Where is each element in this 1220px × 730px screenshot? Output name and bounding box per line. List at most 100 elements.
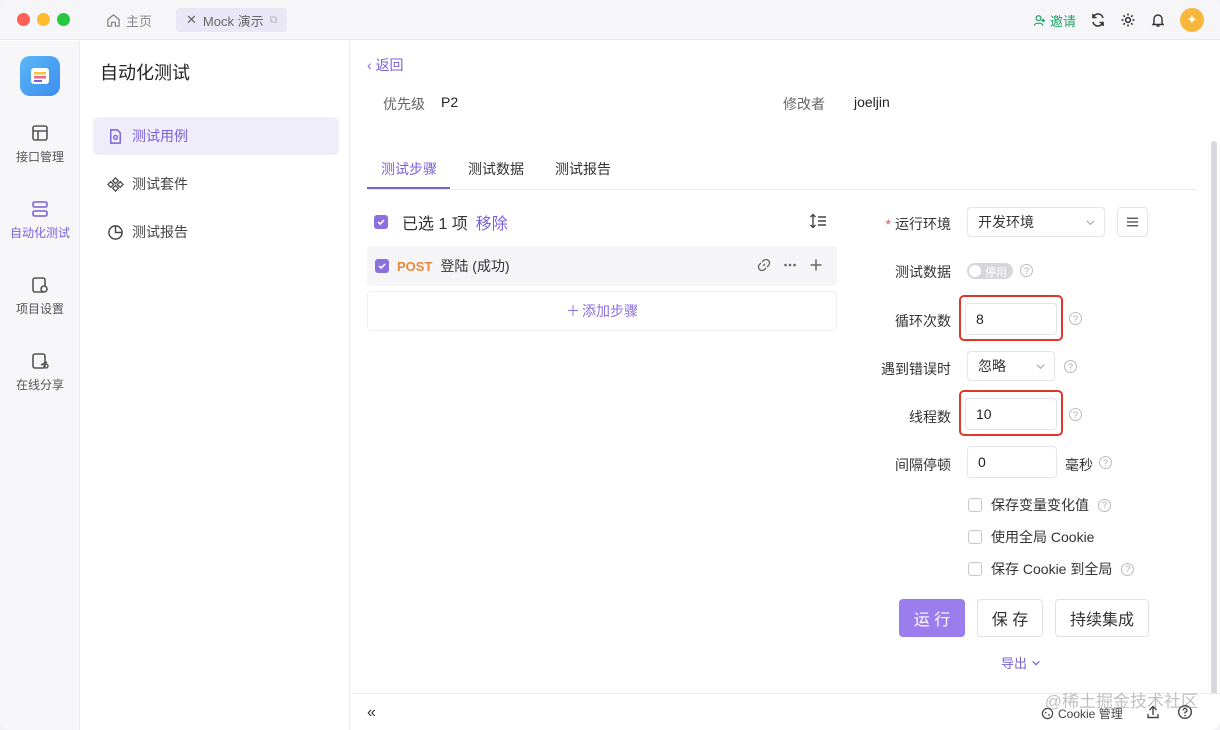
- save-variable-checkbox[interactable]: [968, 498, 982, 512]
- interval-input[interactable]: 0: [967, 446, 1057, 478]
- rail-item-label: 在线分享: [15, 378, 64, 392]
- global-cookie-label: 使用全局 Cookie: [991, 529, 1095, 545]
- save-cookie-label: 保存 Cookie 到全局: [991, 561, 1113, 577]
- threads-label: 线程数: [909, 409, 951, 425]
- project-settings-icon: [32, 277, 48, 293]
- save-variable-option[interactable]: 保存变量变化值 ?: [968, 495, 1111, 515]
- app-window: 主页 ✕ Mock 演示 ⧉ 邀请 ✦ 接口管理 自动化测试 项目设置 在线分享…: [0, 0, 1220, 730]
- rail-item-project-settings[interactable]: 项目设置: [0, 275, 80, 335]
- tab-test-report[interactable]: 测试报告: [555, 159, 611, 179]
- plus-icon: ＋: [566, 303, 580, 319]
- ci-button[interactable]: 持续集成: [1055, 599, 1149, 637]
- rail-item-automation[interactable]: 自动化测试: [0, 199, 80, 259]
- test-data-label: 测试数据: [895, 264, 951, 280]
- subnav-item-label: 测试用例: [132, 128, 188, 144]
- copy-icon[interactable]: ⧉: [270, 14, 278, 27]
- tab-mock-demo[interactable]: ✕ Mock 演示 ⧉: [176, 8, 288, 32]
- rail-item-api-management[interactable]: 接口管理: [0, 123, 80, 183]
- rail-item-label: 自动化测试: [9, 226, 70, 240]
- on-error-select[interactable]: 忽略: [967, 351, 1055, 381]
- tab-bar: 测试步骤 测试数据 测试报告: [367, 149, 1197, 190]
- close-tab-icon[interactable]: ✕: [186, 12, 197, 28]
- plus-icon[interactable]: [809, 258, 823, 272]
- loop-label: 循环次数: [895, 313, 951, 329]
- subnav-item-test-suites[interactable]: 测试套件: [93, 165, 339, 203]
- selection-count: 已选 1 项: [402, 216, 468, 233]
- bell-icon[interactable]: [1150, 12, 1166, 28]
- add-user-icon: [1033, 14, 1046, 26]
- env-select[interactable]: 开发环境: [967, 207, 1105, 237]
- interval-value: 0: [978, 454, 986, 470]
- step-name: 登陆 (成功): [440, 258, 510, 274]
- env-label: * 运行环境: [885, 216, 951, 232]
- api-management-icon: [32, 125, 48, 141]
- remove-button[interactable]: 移除: [476, 210, 508, 234]
- sync-icon[interactable]: [1090, 12, 1106, 28]
- subnav-item-label: 测试报告: [132, 224, 188, 240]
- global-cookie-checkbox[interactable]: [968, 530, 982, 544]
- help-icon[interactable]: ?: [1098, 498, 1111, 512]
- save-button[interactable]: 保 存: [977, 599, 1043, 637]
- tab-mock-label: Mock 演示: [202, 13, 264, 29]
- add-step-button[interactable]: ＋ 添加步骤: [367, 291, 837, 331]
- app-logo: [20, 56, 60, 96]
- run-button[interactable]: 运 行: [899, 599, 965, 637]
- export-dropdown[interactable]: 导出: [1001, 653, 1041, 672]
- toggle-knob: [969, 265, 981, 277]
- link-icon[interactable]: [757, 258, 771, 272]
- help-icon[interactable]: ?: [1064, 360, 1077, 373]
- chevron-down-icon: [1036, 364, 1045, 370]
- test-data-toggle[interactable]: 停用: [967, 263, 1013, 279]
- help-icon[interactable]: ?: [1121, 562, 1135, 576]
- main-content: ‹ 返回 优先级 P2 修改者 joeljin 测试步骤 测试数据 测试报告 已…: [351, 41, 1220, 730]
- more-icon[interactable]: [783, 258, 797, 272]
- rail-item-online-share[interactable]: 在线分享: [0, 351, 80, 411]
- avatar[interactable]: ✦: [1180, 8, 1204, 32]
- invite-label: 邀请: [1049, 13, 1076, 29]
- gear-icon[interactable]: [1120, 12, 1136, 28]
- help-icon[interactable]: ?: [1069, 408, 1082, 421]
- tab-home-label: 主页: [126, 13, 153, 29]
- share-icon: [32, 353, 49, 369]
- priority-label: 优先级: [383, 96, 425, 112]
- save-cookie-checkbox[interactable]: [968, 562, 982, 576]
- env-menu-button[interactable]: [1117, 207, 1148, 237]
- threads-highlight-box: [959, 390, 1063, 436]
- menu-icon: [1126, 217, 1139, 227]
- chevron-down-icon: [1031, 660, 1040, 666]
- select-all-checkbox[interactable]: [374, 215, 388, 229]
- toggle-label: 停用: [985, 267, 1007, 279]
- rail-item-label: 接口管理: [15, 150, 64, 164]
- global-cookie-option[interactable]: 使用全局 Cookie: [968, 527, 1094, 547]
- close-window-button[interactable]: [17, 13, 30, 26]
- step-method: POST: [397, 258, 433, 274]
- automation-icon: [32, 201, 48, 217]
- step-checkbox[interactable]: [375, 259, 389, 273]
- modifier-label: 修改者: [783, 96, 825, 112]
- watermark-text: @稀土掘金技术社区: [1044, 692, 1198, 711]
- minimize-window-button[interactable]: [37, 13, 50, 26]
- maximize-window-button[interactable]: [57, 13, 70, 26]
- interval-label: 间隔停顿: [895, 457, 951, 473]
- subnav-item-test-reports[interactable]: 测试报告: [93, 213, 339, 251]
- help-icon[interactable]: ?: [1020, 264, 1033, 277]
- selection-bar: 已选 1 项 移除: [367, 211, 837, 233]
- help-icon[interactable]: ?: [1099, 456, 1112, 469]
- save-cookie-option[interactable]: 保存 Cookie 到全局 ?: [968, 559, 1135, 579]
- collapse-sidebar-icon[interactable]: «: [367, 704, 376, 722]
- sort-icon[interactable]: [809, 213, 827, 229]
- logo-icon: [31, 68, 49, 84]
- pie-chart-icon: [108, 224, 123, 240]
- invite-button[interactable]: 邀请: [1033, 11, 1076, 30]
- check-icon: [377, 219, 385, 226]
- step-row[interactable]: POST 登陆 (成功): [367, 246, 837, 286]
- back-link[interactable]: ‹ 返回: [367, 55, 404, 75]
- tab-home[interactable]: 主页: [106, 8, 152, 32]
- tab-test-data[interactable]: 测试数据: [468, 159, 524, 179]
- help-icon[interactable]: ?: [1069, 312, 1082, 325]
- export-label: 导出: [1001, 656, 1028, 671]
- tab-test-steps[interactable]: 测试步骤: [381, 159, 437, 179]
- loop-highlight-box: [959, 295, 1063, 341]
- subnav-item-test-cases[interactable]: 测试用例: [93, 117, 339, 155]
- scrollbar[interactable]: [1211, 141, 1217, 701]
